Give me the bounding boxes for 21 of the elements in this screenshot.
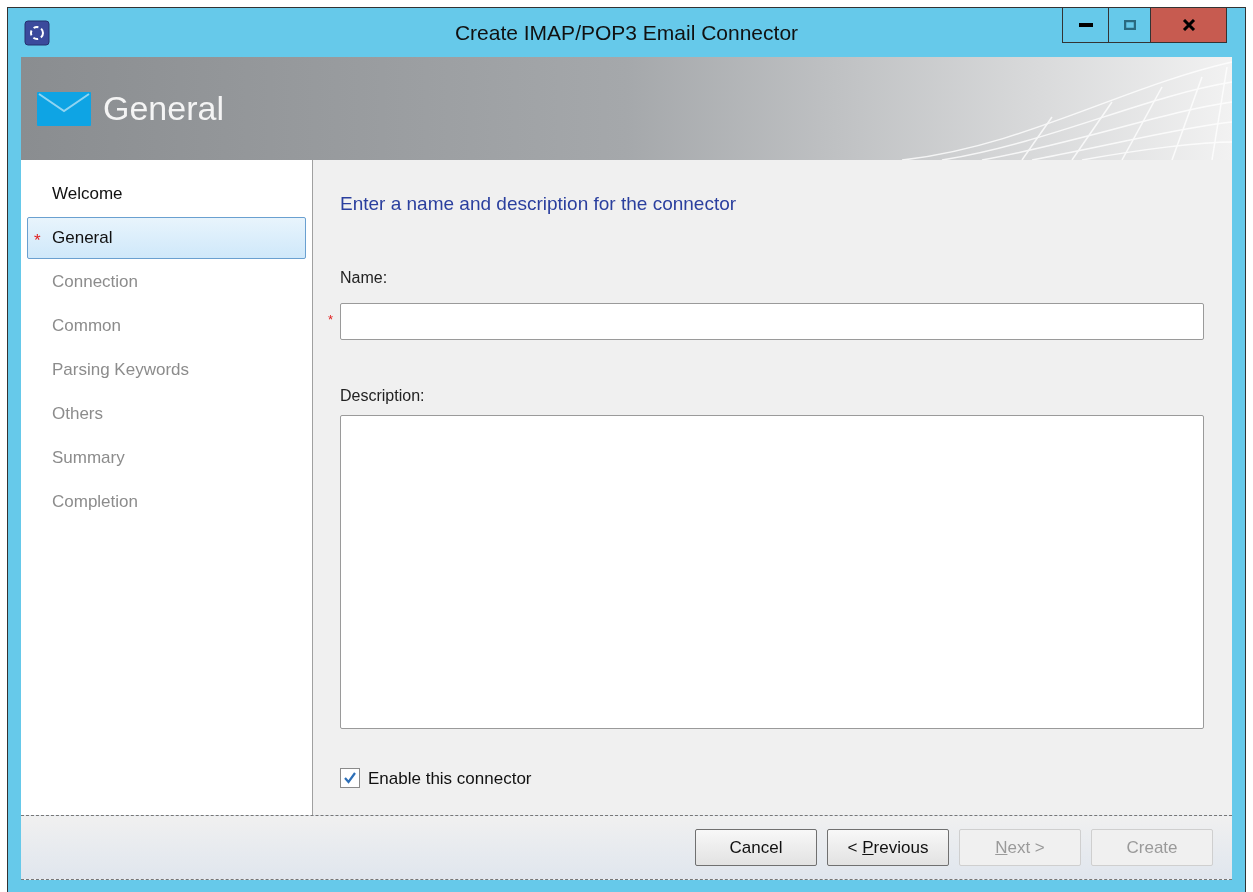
app-icon — [24, 20, 50, 46]
close-icon — [1181, 19, 1196, 31]
window-title: Create IMAP/POP3 Email Connector — [454, 19, 799, 46]
minimize-icon — [1078, 23, 1093, 27]
section-heading: Enter a name and description for the connector — [340, 192, 738, 216]
name-field[interactable] — [340, 302, 1204, 340]
field-label: Description: — [340, 385, 426, 406]
wizard-button[interactable]: Cancel — [695, 829, 817, 866]
maximize-icon — [1123, 20, 1136, 30]
close-button[interactable] — [1151, 8, 1226, 42]
required-mark: * — [34, 230, 41, 252]
header-title: General — [103, 88, 224, 129]
checkbox-label: Enable this connector — [368, 767, 532, 790]
checkbox[interactable] — [340, 768, 360, 789]
sidebar-item[interactable]: Welcome — [27, 173, 306, 215]
description-field[interactable] — [340, 414, 1204, 729]
required-mark: * — [328, 310, 334, 329]
wizard-button[interactable]: < Previous — [827, 829, 949, 866]
envelope-icon — [37, 91, 91, 126]
sidebar-item[interactable]: General * — [27, 217, 306, 259]
field-label: Name: — [340, 267, 389, 288]
